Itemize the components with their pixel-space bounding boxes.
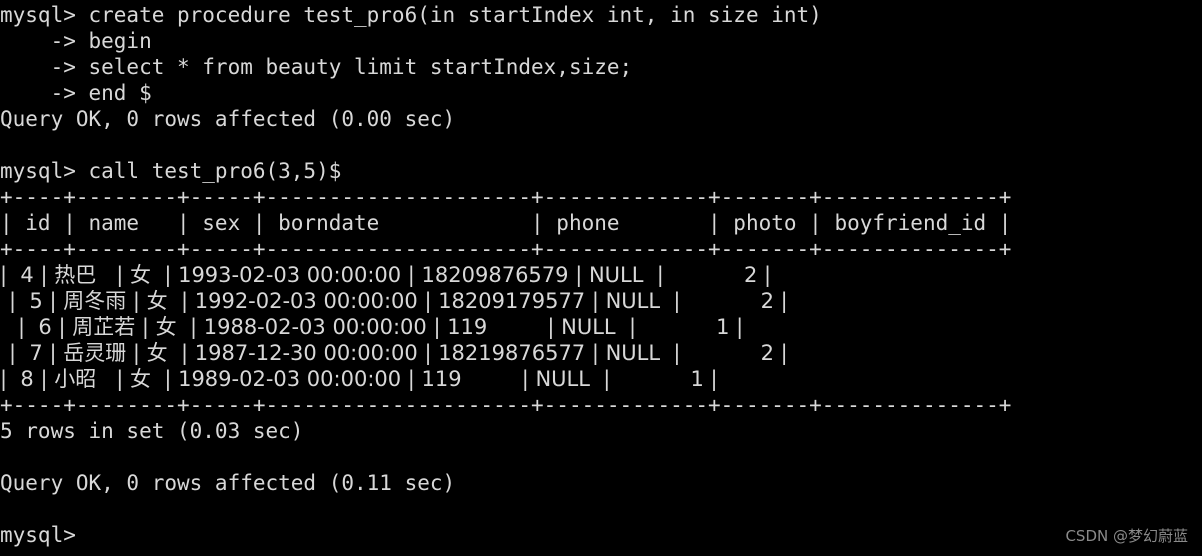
terminal-line: -> select * from beauty limit startIndex… (0, 55, 633, 79)
terminal-line: mysql> create procedure test_pro6(in sta… (0, 3, 822, 27)
terminal-line: mysql> call test_pro6(3,5)$ (0, 159, 342, 183)
table-border-top: +----+--------+-----+-------------------… (0, 185, 1012, 209)
terminal-line: -> end $ (0, 81, 152, 105)
terminal-screen: mysql> create procedure test_pro6(in sta… (0, 0, 1011, 548)
table-row: | 8 | 小昭 | 女 | 1989-02-03 00:00:00 | 119… (0, 367, 718, 391)
table-row: | 4 | 热巴 | 女 | 1993-02-03 00:00:00 | 182… (0, 263, 772, 287)
terminal-line: 5 rows in set (0.03 sec) (0, 419, 304, 443)
terminal-window[interactable]: mysql> create procedure test_pro6(in sta… (0, 0, 1202, 556)
table-row: | 7 | 岳灵珊 | 女 | 1987-12-30 00:00:00 | 18… (9, 341, 788, 365)
terminal-line: Query OK, 0 rows affected (0.00 sec) (0, 107, 456, 131)
terminal-prompt[interactable]: mysql> (0, 522, 1011, 548)
terminal-line: Query OK, 0 rows affected (0.11 sec) (0, 471, 456, 495)
csdn-watermark: CSDN @梦幻蔚蓝 (1065, 527, 1188, 545)
table-border-header: +----+--------+-----+-------------------… (0, 237, 1012, 261)
table-row: | 5 | 周冬雨 | 女 | 1992-02-03 00:00:00 | 18… (9, 289, 788, 313)
table-border-bottom: +----+--------+-----+-------------------… (0, 393, 1012, 417)
terminal-line: -> begin (0, 29, 152, 53)
table-row: | 6 | 周芷若 | 女 | 1988-02-03 00:00:00 | 11… (18, 315, 744, 339)
table-header-row: | id | name | sex | borndate | phone | p… (0, 211, 1012, 235)
